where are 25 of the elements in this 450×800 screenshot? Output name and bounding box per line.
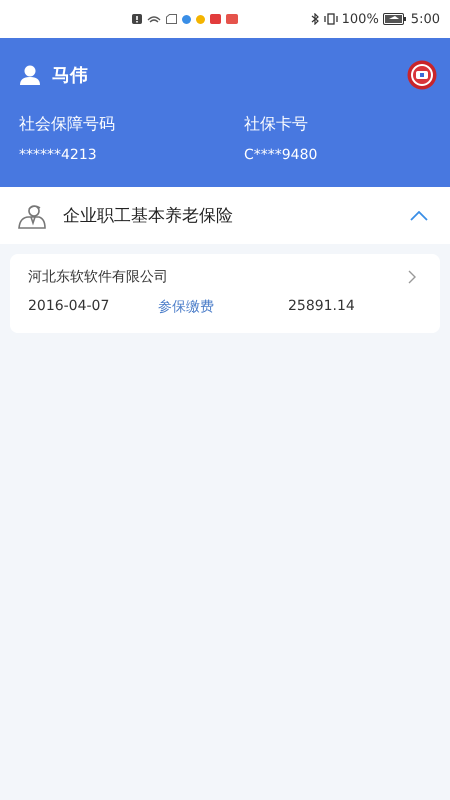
- vibrate-icon: [324, 13, 338, 25]
- record-status: 参保缴费: [158, 298, 215, 316]
- worker-icon: [17, 202, 47, 228]
- field-value: C****9480: [244, 147, 318, 163]
- field-label: 社会保障号码: [19, 114, 116, 135]
- chevron-right-icon: [408, 270, 416, 284]
- alert-icon: [132, 14, 142, 24]
- record-amount: 25891.14: [288, 298, 355, 316]
- bluetooth-icon: [310, 13, 320, 25]
- battery-icon: [382, 13, 407, 25]
- record-card[interactable]: 河北东软软件有限公司 2016-04-07 参保缴费 25891.14: [10, 254, 440, 333]
- user-name: 马伟: [52, 64, 89, 87]
- company-name: 河北东软软件有限公司: [28, 268, 168, 286]
- insurance-header[interactable]: 企业职工基本养老保险: [0, 187, 450, 244]
- battery-level: 100%: [342, 12, 379, 26]
- person-icon: [19, 64, 41, 86]
- clock: 5:00: [410, 12, 440, 26]
- wifi-icon: [146, 14, 161, 24]
- sd-card-icon: [166, 14, 177, 24]
- field-value: ******4213: [19, 147, 98, 163]
- record-date: 2016-04-07: [28, 298, 110, 316]
- field-label: 社保卡号: [244, 114, 309, 135]
- insurance-title: 企业职工基本养老保险: [63, 205, 234, 227]
- emblem-icon: [407, 60, 437, 90]
- app-icon: [226, 14, 238, 24]
